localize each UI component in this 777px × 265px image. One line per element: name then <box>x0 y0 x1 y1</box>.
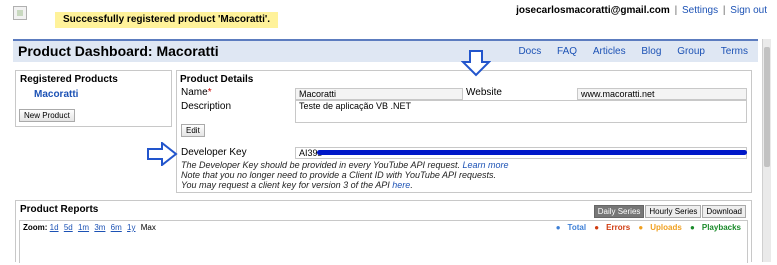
product-reports-panel: Product Reports Daily Series Hourly Seri… <box>15 200 752 263</box>
arrow-down-icon <box>461 50 491 77</box>
nav-articles[interactable]: Articles <box>593 46 626 57</box>
legend-uploads[interactable]: ● Uploads <box>638 223 681 232</box>
separator: | <box>674 5 678 16</box>
report-chart-area: Zoom: 1d 5d 1m 3m 6m 1y Max ● Total ● Erro… <box>19 220 748 263</box>
name-label: Name* <box>181 87 212 98</box>
edit-button[interactable]: Edit <box>181 124 205 137</box>
website-field[interactable]: www.macoratti.net <box>577 88 747 100</box>
bullet-icon: ● <box>555 223 561 232</box>
product-reports-heading: Product Reports <box>20 204 99 215</box>
developer-key-label: Developer Key <box>181 147 247 158</box>
client-key-here-link[interactable]: here <box>392 180 410 190</box>
zoom-controls: Zoom: 1d 5d 1m 3m 6m 1y Max <box>23 223 156 232</box>
website-label: Website <box>466 87 502 98</box>
bullet-icon: ● <box>638 223 644 232</box>
user-email: josecarlosmacoratti@gmail.com <box>516 5 670 16</box>
product-link-macoratti[interactable]: Macoratti <box>34 89 78 100</box>
top-nav: Docs FAQ Articles Blog Group Terms <box>505 46 748 57</box>
series-legend: ● Total ● Errors ● Uploads ● Playbacks <box>550 223 741 232</box>
product-details-panel: Product Details Name* Macoratti Website … <box>176 70 752 193</box>
redaction-mark <box>317 150 747 155</box>
bullet-icon: ● <box>690 223 695 232</box>
nav-faq[interactable]: FAQ <box>557 46 577 57</box>
developer-key-help-2: Note that you no longer need to provide … <box>181 170 497 180</box>
arrow-right-icon <box>147 142 178 166</box>
bullet-icon: ● <box>594 223 600 232</box>
success-notice: Successfully registered product 'Macorat… <box>55 12 279 28</box>
nav-terms[interactable]: Terms <box>721 46 748 57</box>
new-product-button[interactable]: New Product <box>19 109 75 122</box>
account-links: josecarlosmacoratti@gmail.com | Settings… <box>516 5 767 16</box>
nav-blog[interactable]: Blog <box>641 46 661 57</box>
registered-products-panel: Registered Products Macoratti New Produc… <box>15 70 172 127</box>
broken-image-icon <box>13 6 27 20</box>
zoom-max: Max <box>140 223 156 232</box>
separator: | <box>722 5 726 16</box>
settings-link[interactable]: Settings <box>682 5 718 16</box>
zoom-1y[interactable]: 1y <box>127 223 135 232</box>
page-title: Product Dashboard: Macoratti <box>18 43 219 59</box>
zoom-3m[interactable]: 3m <box>94 223 105 232</box>
legend-playbacks[interactable]: ● Playbacks <box>690 223 741 232</box>
description-label: Description <box>181 101 232 112</box>
vertical-scrollbar[interactable] <box>762 39 771 262</box>
product-details-heading: Product Details <box>180 74 254 85</box>
learn-more-link[interactable]: Learn more <box>463 160 509 170</box>
developer-key-help-1: The Developer Key should be provided in … <box>181 160 509 170</box>
zoom-label: Zoom: <box>23 223 48 232</box>
nav-group[interactable]: Group <box>677 46 705 57</box>
developer-key-help-3: You may request a client key for version… <box>181 180 413 190</box>
legend-total[interactable]: ● Total <box>556 223 586 232</box>
zoom-1d[interactable]: 1d <box>50 223 59 232</box>
nav-docs[interactable]: Docs <box>518 46 541 57</box>
zoom-6m[interactable]: 6m <box>111 223 122 232</box>
registered-products-heading: Registered Products <box>20 74 118 85</box>
dashboard-titlebar: Product Dashboard: Macoratti Docs FAQ Ar… <box>13 39 758 62</box>
tab-hourly-series[interactable]: Hourly Series <box>645 205 702 218</box>
legend-errors[interactable]: ● Errors <box>594 223 630 232</box>
tab-download[interactable]: Download <box>702 205 746 218</box>
zoom-1m[interactable]: 1m <box>78 223 89 232</box>
description-field[interactable]: Teste de aplicação VB .NET <box>295 100 747 123</box>
scrollbar-thumb[interactable] <box>764 47 770 167</box>
zoom-5d[interactable]: 5d <box>64 223 73 232</box>
tab-daily-series[interactable]: Daily Series <box>593 205 645 218</box>
name-field[interactable]: Macoratti <box>295 88 463 100</box>
required-mark: * <box>207 87 212 98</box>
report-tabs: Daily Series Hourly Series Download <box>593 205 746 218</box>
signout-link[interactable]: Sign out <box>730 5 767 16</box>
